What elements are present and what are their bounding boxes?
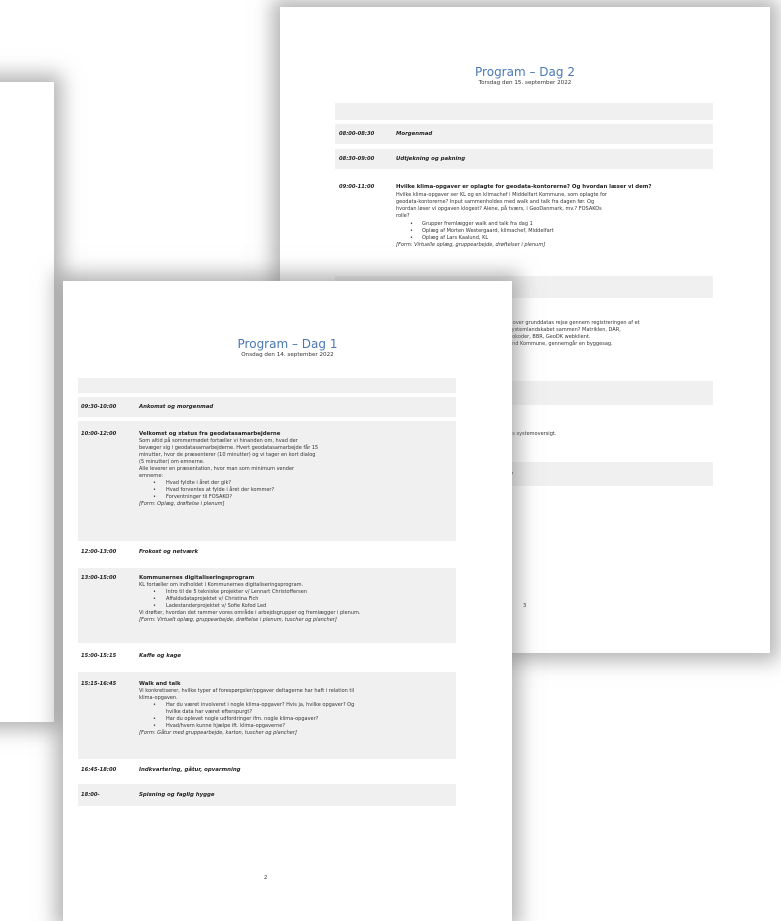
- bullet-item: Har du været involveret i nogle klima-op…: [166, 702, 355, 708]
- row-title: Udtjekning og pakning: [396, 156, 466, 162]
- row-text: Alle leverer en præsentation, hvor man s…: [139, 466, 295, 472]
- bullet-item: Intro til de 5 tekniske projekter v/ Len…: [166, 589, 308, 595]
- row-time: 15:00-15:15: [81, 653, 117, 659]
- bullet-dot: •: [153, 603, 156, 609]
- row-text: bevæger sig i geodatasamarbejderne. Hver…: [139, 445, 319, 451]
- row-title: Ankomst og morgenmad: [139, 404, 214, 410]
- row-text: emnerne:: [139, 473, 164, 479]
- row-form: [Form: Gåtur med gruppearbejde, karton, …: [139, 730, 297, 736]
- bullet-item: Hvad forventes at fylde i året der komme…: [166, 487, 275, 493]
- row-title: Walk and talk: [139, 681, 181, 687]
- row-title: Indkvartering, gåtur, opvarmning: [139, 767, 241, 773]
- header-band: [78, 378, 456, 393]
- row-form: [Form: Virtuelle oplæg, gruppearbejde, d…: [396, 242, 546, 248]
- row-time: 08:00-08:30: [339, 131, 375, 137]
- bullet-item: Har du oplevet nogle udfordringer ifm. n…: [166, 716, 319, 722]
- row-time: 13:00-15:00: [81, 575, 117, 581]
- background-page-left: [0, 82, 54, 722]
- row-text: KL fortæller om indholdet i Kommunernes …: [139, 582, 304, 588]
- row-text-fragment: eokoder, BBR, GeoDK webklient.: [509, 334, 591, 340]
- row-time: 15:15-16:45: [81, 681, 117, 687]
- row-text: klima-opgaven.: [139, 695, 178, 701]
- bullet-item: Ladestanderprojektet v/ Sofie Kofod Led: [166, 603, 267, 609]
- schedule-row: [78, 784, 456, 806]
- bullet-dot: •: [153, 723, 156, 729]
- row-time: 09:00-11:00: [339, 184, 375, 190]
- bullet-item: Oplæg af Morten Westergaard, klimachef, …: [422, 228, 554, 234]
- page-title: Program – Dag 2: [475, 65, 575, 79]
- bullet-dot: •: [153, 702, 156, 708]
- row-time: 18:00-: [81, 792, 100, 798]
- row-text: geodata-kontorerne? Input sammenholdes m…: [396, 199, 595, 205]
- schedule-row: [335, 149, 713, 169]
- row-text-fragment: systemlandskabet sammen? Matriklen, DAR,: [509, 327, 621, 333]
- row-text: rolle?: [396, 213, 410, 219]
- bullet-dot: •: [153, 596, 156, 602]
- row-time: 09:30-10:00: [81, 404, 117, 410]
- row-title: Velkomst og status fra geodatasamarbejde…: [139, 431, 281, 437]
- row-time: 16:45-18:00: [81, 767, 117, 773]
- row-text: Som altid på sommermødet fortæller vi hi…: [139, 438, 298, 444]
- header-band: [335, 103, 713, 120]
- bullet-dot: •: [153, 716, 156, 722]
- bullet-item: Grupper fremlægger walk and talk fra dag…: [422, 221, 533, 227]
- bullet-item: Affaldsdataprojektet v/ Christina Fich: [166, 596, 259, 602]
- row-title: Kaffe og kage: [139, 653, 182, 659]
- page-title: Program – Dag 1: [237, 337, 338, 351]
- bullet-item: Forventninger til FOSAKO?: [166, 494, 233, 500]
- schedule-row: [335, 124, 713, 144]
- row-text: (5 minutter) om emnerne.: [139, 459, 205, 465]
- row-text: Vi konkretiserer, hvilke typer af foresp…: [139, 688, 355, 694]
- bullet-dot: •: [153, 487, 156, 493]
- bullet-dot: •: [410, 221, 413, 227]
- bullet-dot: •: [410, 228, 413, 234]
- row-title: Spisning og faglig hygge: [139, 792, 215, 798]
- bullet-dot: •: [153, 494, 156, 500]
- bullet-dot: •: [410, 235, 413, 241]
- bullet-dot: •: [153, 589, 156, 595]
- row-title: Frokost og netværk: [139, 549, 199, 555]
- bullet-item: Hvad/hvem kunne hjælpe ift. klima-opgave…: [166, 723, 285, 729]
- row-time: 08:30-09:00: [339, 156, 375, 162]
- row-title: Kommunernes digitaliseringsprogram: [139, 575, 255, 581]
- bullet-item: hvilke data har været efterspurgt?: [166, 709, 253, 715]
- page-number: 2: [264, 875, 268, 881]
- row-title: Hvilke klima-opgaver er oplagte for geod…: [396, 184, 652, 190]
- page-subtitle: Torsdag den 15. september 2022: [478, 80, 572, 86]
- row-form: [Form: Oplæg, drøftelse i plenum]: [139, 501, 225, 507]
- bullet-item: Hvad fyldte i året der gik?: [166, 480, 231, 486]
- schedule-row: [78, 568, 456, 643]
- row-text: minutter, hvor de præsenterer (10 minutt…: [139, 452, 316, 458]
- bullet-dot: •: [153, 480, 156, 486]
- bullet-item: Oplæg af Lars Kaalund, KL: [422, 235, 489, 241]
- page-subtitle: Onsdag den 14. september 2022: [241, 352, 334, 358]
- row-title: Morgenmad: [396, 131, 433, 137]
- document-page-1: Program – Dag 1 Onsdag den 14. september…: [63, 281, 512, 921]
- row-form: [Form: Virtuelt oplæg, gruppearbejde, dr…: [139, 617, 337, 623]
- row-time: 12:00-13:00: [81, 549, 117, 555]
- row-text-fragment: Ks systemoversigt.: [509, 431, 557, 437]
- row-text-fragment: r over grunddatas rejse gennem registrer…: [509, 320, 640, 326]
- row-text: Vi drøfter, hvordan det rammer vores omr…: [139, 610, 361, 616]
- page-number: 3: [523, 603, 527, 609]
- row-time: 10:00-12:00: [81, 431, 117, 437]
- row-text: Hvilke klima-opgaver ser KL og en klimac…: [396, 192, 607, 198]
- schedule-row: [78, 397, 456, 417]
- row-text: hvordan løser vi opgaven klogest? Alene,…: [396, 206, 602, 212]
- row-text-fragment: and Kommune, gennemgår en byggesag.: [509, 341, 613, 347]
